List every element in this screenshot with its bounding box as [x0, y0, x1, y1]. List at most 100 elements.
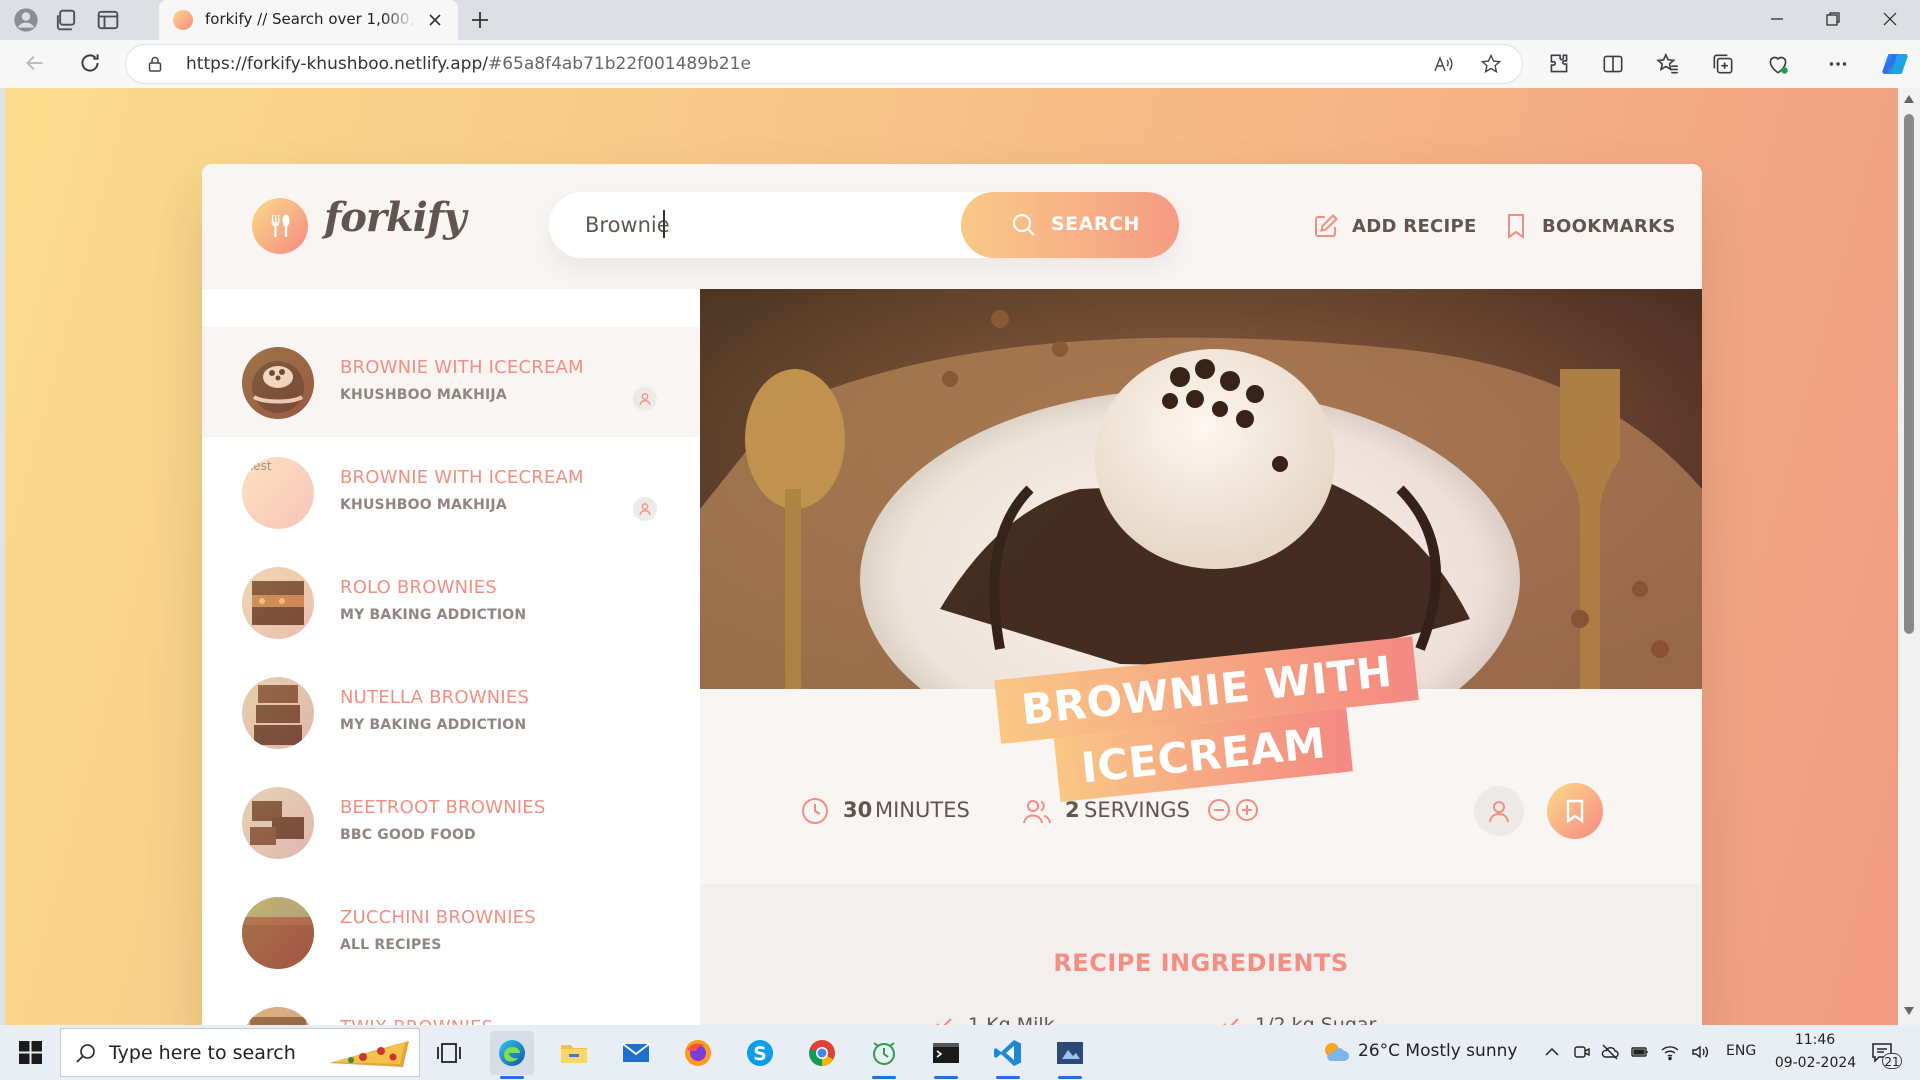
favorite-star-icon[interactable] — [1480, 53, 1502, 75]
forkify-favicon-icon — [173, 10, 193, 30]
back-icon[interactable] — [22, 50, 48, 76]
result-item[interactable]: Test BROWNIE WITH ICECREAM KHUSHBOO MAKH… — [202, 437, 700, 547]
onedrive-offline-icon[interactable] — [1600, 1042, 1620, 1062]
minimize-icon[interactable] — [1766, 8, 1788, 30]
battery-icon[interactable] — [1630, 1042, 1650, 1062]
ingredient-item: 1/2 kg Sugar — [1221, 1014, 1376, 1025]
url-text: https://forkify-khushboo.netlify.app/#65… — [186, 54, 751, 74]
minutes-label: MINUTES — [875, 798, 970, 822]
check-icon — [1221, 1014, 1241, 1025]
browser-tab-bar: forkify // Search over 1,000,000 recipes — [0, 0, 1920, 40]
search-icon — [1011, 212, 1037, 238]
favorites-icon[interactable] — [1655, 51, 1681, 77]
ingredients-heading: RECIPE INGREDIENTS — [1053, 949, 1349, 977]
result-title: BROWNIE WITH ICECREAM — [340, 357, 584, 378]
workspaces-icon[interactable] — [52, 6, 80, 34]
logo-text[interactable]: forkify — [324, 194, 466, 241]
collections-icon[interactable] — [1710, 51, 1736, 77]
header: forkify SEARCH ADD RECIPE — [202, 164, 1702, 289]
partly-sunny-icon[interactable] — [1320, 1039, 1350, 1065]
scroll-thumb[interactable] — [1904, 114, 1914, 634]
search-input[interactable] — [585, 209, 965, 241]
app-window-icon[interactable] — [1048, 1031, 1092, 1079]
forkify-logo-icon[interactable] — [252, 198, 308, 254]
result-item[interactable]: TWIX BROWNIES — [202, 987, 700, 1025]
read-aloud-icon[interactable] — [1432, 53, 1454, 75]
scroll-up-arrow-icon[interactable] — [1903, 94, 1915, 104]
skype-icon[interactable]: S — [738, 1031, 782, 1075]
browser-essentials-icon[interactable] — [1765, 51, 1791, 77]
address-bar: https://forkify-khushboo.netlify.app/#65… — [0, 40, 1920, 88]
result-thumbnail — [242, 677, 314, 749]
result-thumbnail — [242, 347, 314, 419]
url-host: https://forkify-khushboo.netlify.app/ — [186, 54, 488, 74]
result-item[interactable]: ZUCCHINI BROWNIES ALL RECIPES — [202, 877, 700, 987]
meet-now-icon[interactable] — [1572, 1042, 1592, 1062]
add-recipe-label: ADD RECIPE — [1352, 216, 1477, 237]
chrome-icon[interactable] — [800, 1031, 844, 1075]
search-highlight-pizza-icon[interactable] — [323, 1033, 415, 1071]
file-explorer-icon[interactable] — [552, 1031, 596, 1075]
page-viewport: forkify SEARCH ADD RECIPE — [5, 88, 1898, 1025]
result-item[interactable]: NUTELLA BROWNIES MY BAKING ADDICTION — [202, 657, 700, 767]
servings-count: 2 — [1065, 798, 1080, 822]
clock-time[interactable]: 11:46 — [1775, 1032, 1855, 1048]
decrease-servings-icon[interactable] — [1207, 798, 1231, 822]
bookmark-button[interactable] — [1547, 783, 1603, 839]
taskbar-search-placeholder: Type here to search — [109, 1042, 296, 1064]
result-publisher: KHUSHBOO MAKHIJA — [340, 497, 507, 513]
new-tab-icon[interactable] — [468, 8, 492, 32]
lock-icon[interactable] — [146, 55, 164, 73]
close-window-icon[interactable] — [1879, 8, 1901, 30]
tab-actions-icon[interactable] — [94, 6, 122, 34]
result-publisher: MY BAKING ADDICTION — [340, 607, 527, 623]
task-view-icon[interactable] — [428, 1031, 472, 1075]
scroll-down-arrow-icon[interactable] — [1903, 1006, 1915, 1016]
result-item[interactable]: BROWNIE WITH ICECREAM KHUSHBOO MAKHIJA — [202, 327, 700, 437]
restore-icon[interactable] — [1822, 8, 1844, 30]
result-item[interactable]: BEETROOT BROWNIES BBC GOOD FOOD — [202, 767, 700, 877]
url-field[interactable]: https://forkify-khushboo.netlify.app/#65… — [126, 45, 1522, 83]
taskbar-search-box[interactable]: Type here to search — [60, 1028, 420, 1077]
weather-text[interactable]: 26°C Mostly sunny — [1358, 1041, 1517, 1061]
search-results: BROWNIE WITH ICECREAM KHUSHBOO MAKHIJA T… — [202, 289, 700, 1025]
result-thumbnail — [242, 897, 314, 969]
bookmark-icon — [1502, 212, 1530, 240]
copilot-icon[interactable] — [1880, 49, 1910, 79]
clock-date[interactable]: 09-02-2024 — [1768, 1055, 1863, 1071]
user-generated-icon — [633, 387, 657, 411]
result-item[interactable]: ROLO BROWNIES MY BAKING ADDICTION — [202, 547, 700, 657]
result-thumbnail — [242, 787, 314, 859]
refresh-icon[interactable] — [77, 50, 103, 76]
vscode-icon[interactable] — [986, 1031, 1030, 1079]
user-generated-icon — [633, 497, 657, 521]
terminal-icon[interactable] — [924, 1031, 968, 1079]
result-publisher: KHUSHBOO MAKHIJA — [340, 387, 507, 403]
firefox-icon[interactable] — [676, 1031, 720, 1075]
input-language[interactable]: ENG — [1726, 1043, 1756, 1059]
volume-icon[interactable] — [1690, 1042, 1710, 1062]
windows-start-icon[interactable] — [18, 1040, 43, 1065]
mail-icon[interactable] — [614, 1031, 658, 1075]
edge-app-icon[interactable] — [490, 1031, 534, 1079]
text-cursor — [663, 210, 665, 238]
wifi-icon[interactable] — [1660, 1042, 1680, 1062]
show-hidden-icons-chevron-up-icon[interactable] — [1542, 1042, 1562, 1062]
tab-forkify[interactable]: forkify // Search over 1,000,000 recipes — [159, 0, 458, 40]
result-thumbnail — [242, 567, 314, 639]
profile-icon[interactable] — [12, 6, 40, 34]
split-screen-icon[interactable] — [1600, 51, 1626, 77]
extensions-icon[interactable] — [1546, 51, 1572, 77]
cooking-minutes: 30 — [843, 798, 873, 822]
search-button[interactable]: SEARCH — [961, 192, 1179, 258]
search-button-label: SEARCH — [1051, 213, 1140, 235]
clock-app-icon[interactable] — [862, 1031, 906, 1079]
more-options-icon[interactable] — [1825, 51, 1851, 77]
tab-title: forkify // Search over 1,000,000 recipes — [205, 10, 415, 28]
page-scrollbar[interactable] — [1898, 88, 1920, 1025]
ingredient-text: 1 Kg Milk — [968, 1014, 1055, 1025]
increase-servings-icon[interactable] — [1235, 798, 1259, 822]
close-tab-icon[interactable] — [427, 12, 443, 28]
windows-taskbar: Type here to search S 26°C Mostly sunny — [0, 1025, 1920, 1080]
result-publisher: ALL RECIPES — [340, 937, 442, 953]
